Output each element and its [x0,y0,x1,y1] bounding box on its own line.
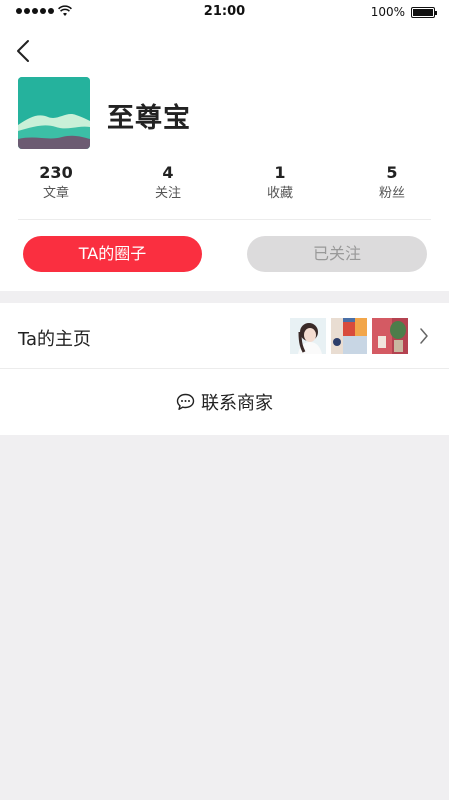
stat-value: 4 [162,163,174,182]
stat-label: 关注 [154,186,181,201]
stat-articles[interactable]: 230 文章 [16,163,96,204]
status-bar: 21:00 100% [0,0,449,24]
battery-percent: 100% [370,5,405,19]
chat-bubble-icon [176,393,195,410]
stat-fans[interactable]: 5 粉丝 [352,163,432,204]
shop-name: 至尊宝 [107,103,191,134]
battery-icon [411,6,437,18]
stat-value: 5 [386,163,398,182]
divider [18,219,431,220]
stat-value: 230 [39,163,73,182]
back-button[interactable] [10,36,36,66]
contact-content: 联系商家 [0,389,449,415]
thumbnail-image [331,318,367,354]
chevron-right-icon [420,328,428,344]
stat-favorites[interactable]: 1 收藏 [240,163,320,204]
back-icon [17,40,29,62]
stat-value: 1 [274,163,286,182]
thumbnail-image [290,318,326,354]
thumbnail-image [372,318,408,354]
stat-label: 收藏 [266,186,293,201]
homepage-label: Ta的主页 [18,329,92,350]
followed-button[interactable]: 已关注 [247,236,427,272]
battery-group: 100% [370,5,437,19]
stats-bar: 230 文章 4 关注 1 收藏 5 粉丝 [0,163,449,207]
stat-label: 粉丝 [378,186,405,201]
shop-avatar[interactable] [18,77,90,149]
stat-following[interactable]: 4 关注 [128,163,208,204]
contact-merchant-label: 联系商家 [201,393,273,414]
ta-circle-button[interactable]: TA的圈子 [23,236,202,272]
stat-label: 文章 [42,186,69,201]
profile-header: 21:00 100% 至尊宝 230 文章 4 关注 1 收藏 5 粉丝 TA的… [0,0,449,291]
ta-homepage-row[interactable]: Ta的主页 [0,303,449,368]
homepage-thumbnails [290,318,408,354]
contact-merchant-button[interactable]: 联系商家 [0,369,449,435]
